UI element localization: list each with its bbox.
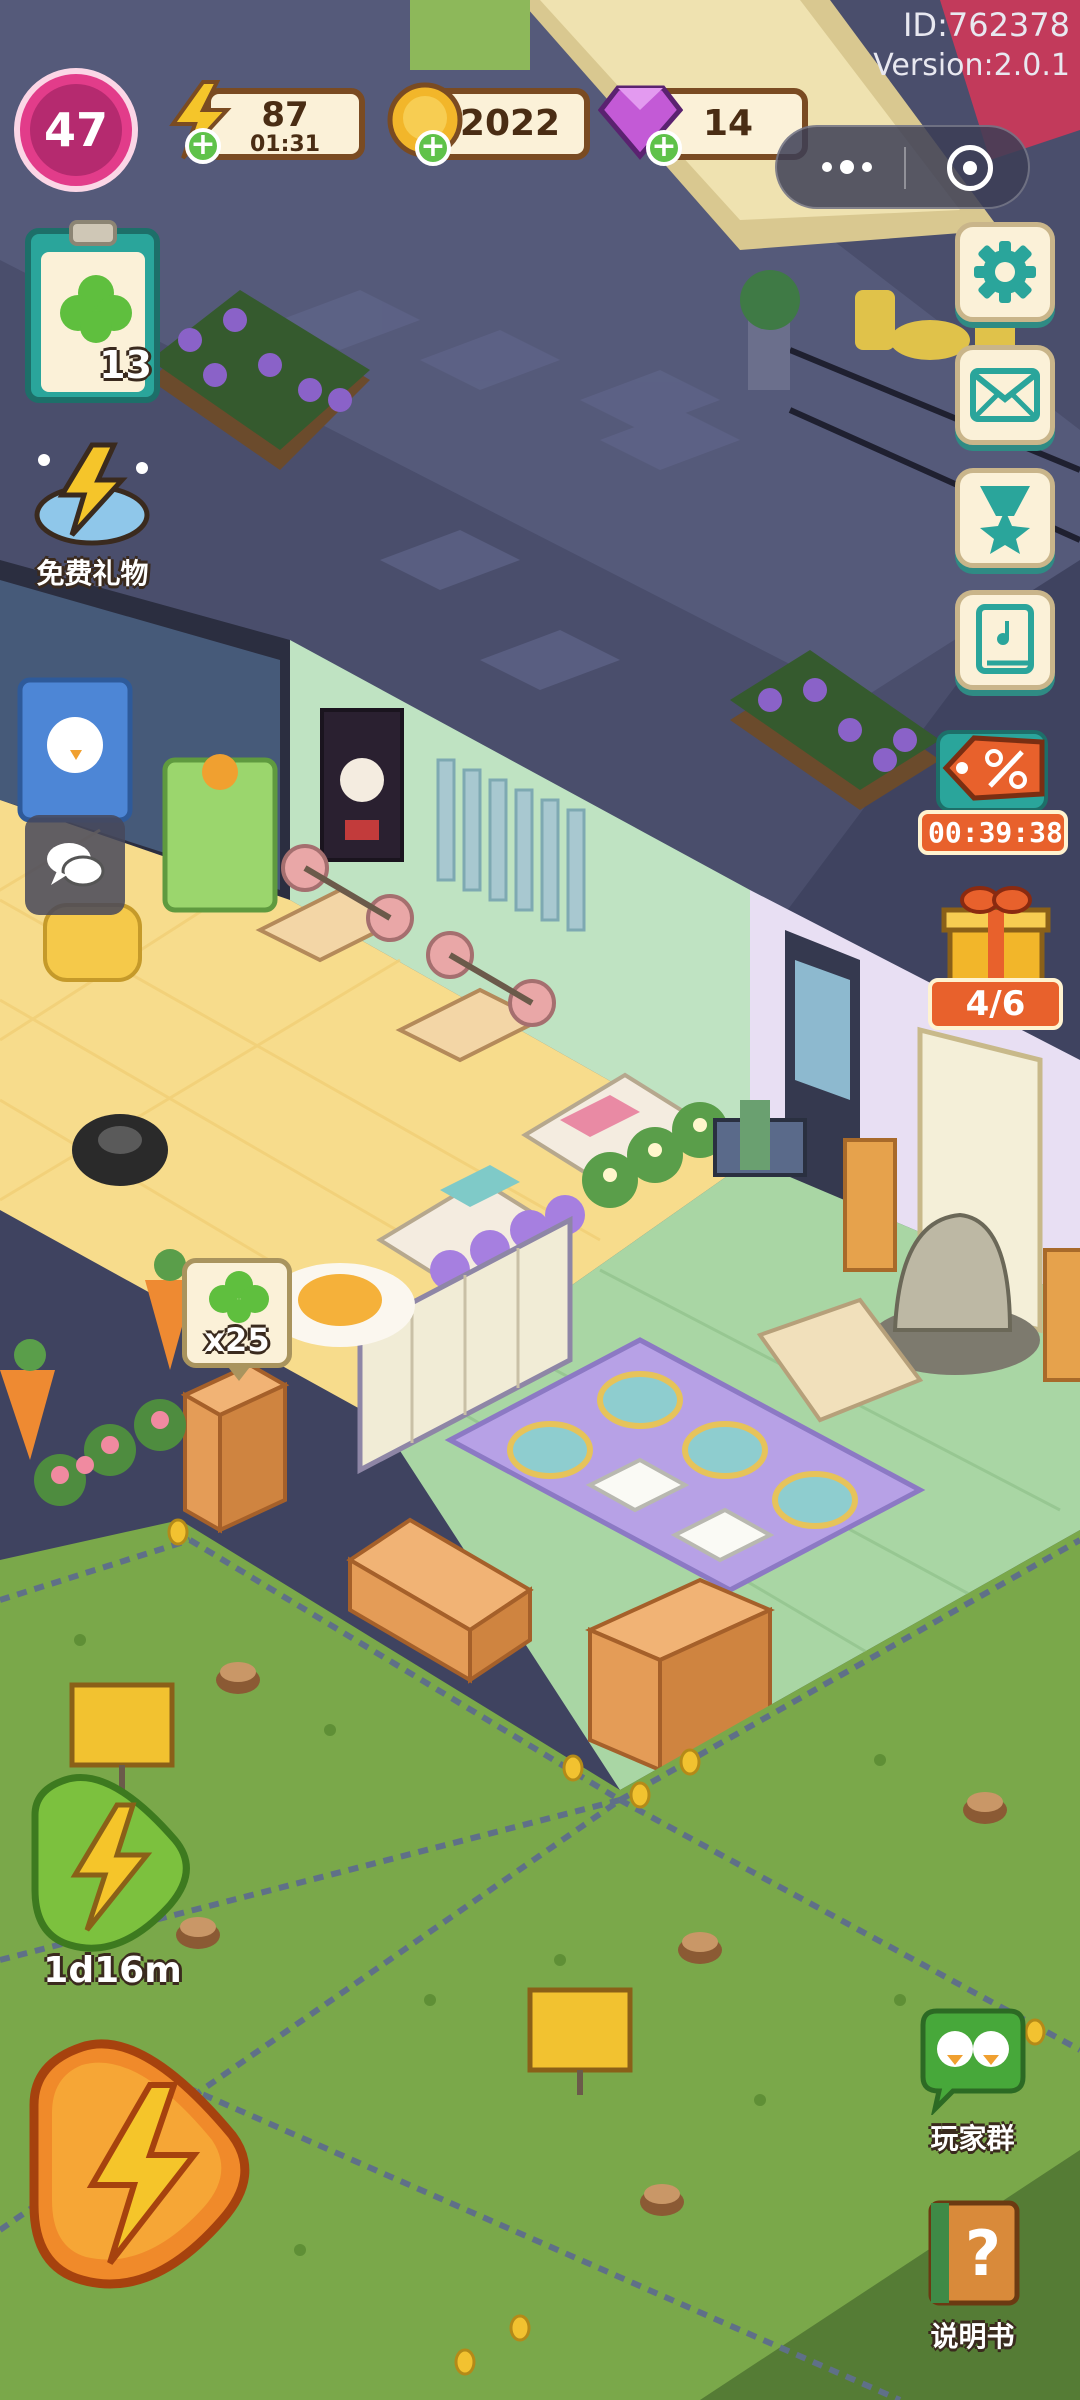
ribbon-star-icon xyxy=(980,486,1030,554)
gift-progress-button[interactable]: 4/6 xyxy=(928,880,1063,1030)
ranking-button[interactable] xyxy=(955,468,1055,568)
book-icon xyxy=(976,604,1034,674)
gear-icon xyxy=(974,241,1036,303)
svg-text:?: ? xyxy=(965,2217,1001,2290)
miniprogram-capsule xyxy=(775,125,1030,209)
clover-reward-amount: x25 xyxy=(204,1321,270,1359)
energy-boost-button[interactable]: 1d16m xyxy=(25,1770,200,2000)
settings-button[interactable] xyxy=(955,222,1055,322)
manual-label: 说明书 xyxy=(930,2320,1015,2353)
lightning-icon xyxy=(29,2039,250,2289)
energy-add-button[interactable]: + xyxy=(185,128,221,164)
player-group-icon xyxy=(920,2008,1026,2115)
gem-add-button[interactable]: + xyxy=(646,130,682,166)
level-number: 47 xyxy=(43,103,108,157)
quest-clipboard-button[interactable]: 13 xyxy=(25,220,160,403)
coin-add-button[interactable]: + xyxy=(415,130,451,166)
more-dots-icon[interactable] xyxy=(807,145,887,189)
sale-offer-button[interactable]: 00:39:38 xyxy=(918,722,1068,857)
boost-timer: 1d16m xyxy=(43,1950,182,1991)
chat-bubbles-icon xyxy=(47,843,105,887)
sale-timer: 00:39:38 xyxy=(918,810,1068,855)
target-close-icon[interactable] xyxy=(947,145,993,191)
percent-tag-icon xyxy=(942,735,1045,801)
help-book-icon: ? xyxy=(928,2200,1020,2306)
gift-lightning-icon xyxy=(34,442,150,546)
energy-counter[interactable]: 87 01:31 + xyxy=(165,80,365,165)
clover-icon xyxy=(209,1271,269,1323)
clover-icon xyxy=(60,275,132,343)
version-label: Version:2.0.1 xyxy=(873,48,1070,83)
level-badge[interactable]: 47 xyxy=(14,68,138,192)
free-gift-label: 免费礼物 xyxy=(36,557,149,590)
quest-count: 13 xyxy=(99,343,152,387)
clipboard-clip xyxy=(69,220,117,246)
free-gift-button[interactable]: 免费礼物 xyxy=(20,440,165,590)
envelope-icon xyxy=(970,368,1040,422)
lightning-action-button[interactable] xyxy=(22,2035,262,2300)
lightning-icon xyxy=(31,1774,190,1952)
gift-progress: 4/6 xyxy=(928,978,1063,1030)
player-group-button[interactable]: 玩家群 xyxy=(895,2005,1050,2160)
mail-button[interactable] xyxy=(955,345,1055,445)
gift-box-icon xyxy=(941,886,1051,987)
chat-button[interactable] xyxy=(25,815,125,915)
capsule-divider xyxy=(904,147,906,189)
player-group-label: 玩家群 xyxy=(930,2122,1015,2155)
clover-reward-bubble[interactable]: x25 xyxy=(182,1258,292,1381)
player-id-label: ID:762378 xyxy=(902,6,1070,44)
coin-counter[interactable]: 2022 + xyxy=(385,80,595,166)
manual-button[interactable]: ? 说明书 xyxy=(895,2195,1050,2355)
guide-book-button[interactable] xyxy=(955,590,1055,690)
